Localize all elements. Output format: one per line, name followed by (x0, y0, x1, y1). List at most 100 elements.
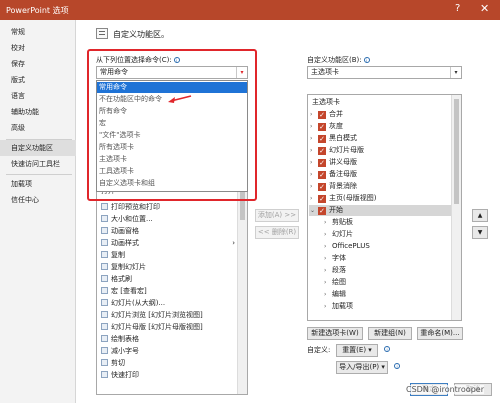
checkbox-checked-icon[interactable]: ✓ (318, 123, 326, 131)
tree-group[interactable]: › 段落 (324, 265, 346, 276)
add-button[interactable]: 添加(A) >> (255, 209, 299, 222)
chevron-down-icon: ⌄ (310, 207, 316, 214)
tree-group[interactable]: › 编辑 (324, 289, 346, 300)
chevron-right-icon: › (310, 171, 313, 178)
list-item[interactable]: 绘制表格 (101, 334, 237, 345)
slides-from-outline-icon (101, 299, 108, 306)
info-icon: i (392, 362, 400, 370)
chevron-right-icon: › (310, 195, 313, 202)
move-up-button[interactable]: ▲ (472, 209, 488, 222)
arrow-annotation-icon (168, 95, 192, 103)
sidebar-item-accessibility[interactable]: 辅助功能 (0, 104, 76, 120)
list-item[interactable]: 动画样式 › (101, 238, 237, 249)
chevron-right-icon: › (324, 219, 327, 226)
format-painter-icon (101, 275, 108, 282)
list-item[interactable]: 幻灯片母版 [幻灯片母版视图] (101, 322, 237, 333)
sidebar-item-advanced[interactable]: 高级 (0, 120, 76, 136)
move-down-button[interactable]: ▼ (472, 226, 488, 239)
tree-item[interactable]: › ✓ 黑白模式 (310, 133, 357, 144)
list-item[interactable]: 大小和位置... (101, 214, 237, 225)
tree-header: 主选项卡 (312, 98, 340, 106)
copy-icon (101, 251, 108, 258)
tree-item[interactable]: › ✓ 背景消除 (310, 181, 357, 192)
tree-group[interactable]: › 剪贴板 (324, 217, 353, 228)
checkbox-checked-icon[interactable]: ✓ (318, 111, 326, 119)
rename-button[interactable]: 重命名(M)... (417, 327, 463, 340)
chevron-right-icon: › (324, 267, 327, 274)
ribbon-tabs-value: 主选项卡 (311, 68, 339, 76)
checkbox-checked-icon[interactable]: ✓ (318, 159, 326, 167)
checkbox-checked-icon[interactable]: ✓ (318, 195, 326, 203)
list-item[interactable]: 幻灯片浏览 [幻灯片浏览视图] (101, 310, 237, 321)
checkbox-checked-icon[interactable]: ✓ (318, 171, 326, 179)
sidebar-item-proofing[interactable]: 校对 (0, 40, 76, 56)
macro-icon (101, 287, 108, 294)
chevron-right-icon: › (324, 303, 327, 310)
list-item[interactable]: 快速打印 (101, 370, 237, 381)
sidebar-item-language[interactable]: 语言 (0, 88, 76, 104)
tree-item[interactable]: › ✓ 主页(母版视图) (310, 193, 376, 204)
chevron-right-icon: › (310, 111, 313, 118)
checkbox-checked-icon[interactable]: ✓ (318, 207, 326, 215)
help-icon[interactable]: ? (455, 3, 460, 14)
chevron-right-icon: › (310, 123, 313, 130)
sidebar-item-trust-center[interactable]: 信任中心 (0, 192, 76, 208)
tree-group[interactable]: › 幻灯片 (324, 229, 353, 240)
checkbox-checked-icon[interactable]: ✓ (318, 147, 326, 155)
chevron-right-icon: › (310, 183, 313, 190)
quick-print-icon (101, 371, 108, 378)
reset-button[interactable]: 重置(E) ▾ (336, 344, 378, 357)
list-item[interactable]: 打印预览和打印 (101, 202, 237, 213)
tree-item[interactable]: › ✓ 幻灯片母版 (310, 145, 364, 156)
sidebar-item-quick-access-toolbar[interactable]: 快速访问工具栏 (0, 156, 76, 172)
list-item[interactable]: 剪切 (101, 358, 237, 369)
ribbon-tree-scrollbar[interactable] (451, 95, 461, 320)
ribbon-tabs-select[interactable]: 主选项卡 ▾ (307, 66, 462, 79)
tree-group[interactable]: › OfficePLUS (324, 241, 370, 252)
new-tab-button[interactable]: 新建选项卡(W) (307, 327, 363, 340)
customize-label: 自定义: (307, 346, 331, 354)
chevron-right-icon: › (324, 291, 327, 298)
tree-group[interactable]: › 字体 (324, 253, 346, 264)
arrow-up-icon: ▲ (477, 212, 483, 219)
import-export-button[interactable]: 导入/导出(P) ▾ (336, 361, 388, 374)
sidebar-divider (6, 174, 72, 175)
cut-icon (101, 359, 108, 366)
tree-group[interactable]: › 加载项 (324, 301, 353, 312)
sidebar-item-add-ins[interactable]: 加载项 (0, 176, 76, 192)
tree-item[interactable]: › ✓ 讲义母版 (310, 157, 357, 168)
ribbon-tree[interactable]: 主选项卡 › ✓ 合并 › ✓ 灰度 › ✓ 黑白模式 › ✓ 幻灯片母版 › ✓ 讲义母版 › ✓ 备… (307, 94, 462, 321)
close-icon[interactable]: ✕ (480, 2, 489, 15)
list-item[interactable]: 格式刷 (101, 274, 237, 285)
tree-item-selected[interactable]: ⌄ ✓ 开始 (309, 205, 451, 216)
tree-group[interactable]: › 绘图 (324, 277, 346, 288)
chevron-right-icon: › (232, 239, 235, 247)
tree-item[interactable]: › ✓ 备注母版 (310, 169, 357, 180)
info-icon: i (382, 345, 390, 353)
list-item[interactable]: 复制幻灯片 (101, 262, 237, 273)
list-item[interactable]: 动画窗格 (101, 226, 237, 237)
list-item[interactable]: 宏 [查看宏] (101, 286, 237, 297)
sidebar-item-customize-ribbon[interactable]: 自定义功能区 (0, 140, 76, 156)
sidebar-item-save[interactable]: 保存 (0, 56, 76, 72)
commands-scrollbar[interactable] (237, 186, 247, 394)
new-group-button[interactable]: 新建组(N) (368, 327, 412, 340)
sidebar-item-general[interactable]: 常规 (0, 24, 76, 40)
sidebar-item-typography[interactable]: 版式 (0, 72, 76, 88)
list-item[interactable]: 幻灯片(从大纲)... (101, 298, 237, 309)
checkbox-checked-icon[interactable]: ✓ (318, 183, 326, 191)
highlight-box (87, 49, 257, 201)
chevron-right-icon: › (324, 231, 327, 238)
options-sidebar: 常规 校对 保存 版式 语言 辅助功能 高级 自定义功能区 快速访问工具栏 加载… (0, 20, 76, 403)
commands-list[interactable]: 打开 打印预览和打印 大小和位置... 动画窗格 动画样式› 复制 复制幻灯片 … (96, 185, 248, 395)
customize-ribbon-icon (96, 28, 108, 39)
checkbox-checked-icon[interactable]: ✓ (318, 135, 326, 143)
tree-item[interactable]: › ✓ 合并 (310, 109, 343, 120)
info-icon: i (363, 57, 370, 63)
list-item[interactable]: 减小字号 (101, 346, 237, 357)
remove-button[interactable]: << 删除(R) (255, 226, 299, 239)
tree-item[interactable]: › ✓ 灰度 (310, 121, 343, 132)
scrollbar-thumb[interactable] (454, 99, 459, 204)
chevron-right-icon: › (324, 279, 327, 286)
list-item[interactable]: 复制 (101, 250, 237, 261)
